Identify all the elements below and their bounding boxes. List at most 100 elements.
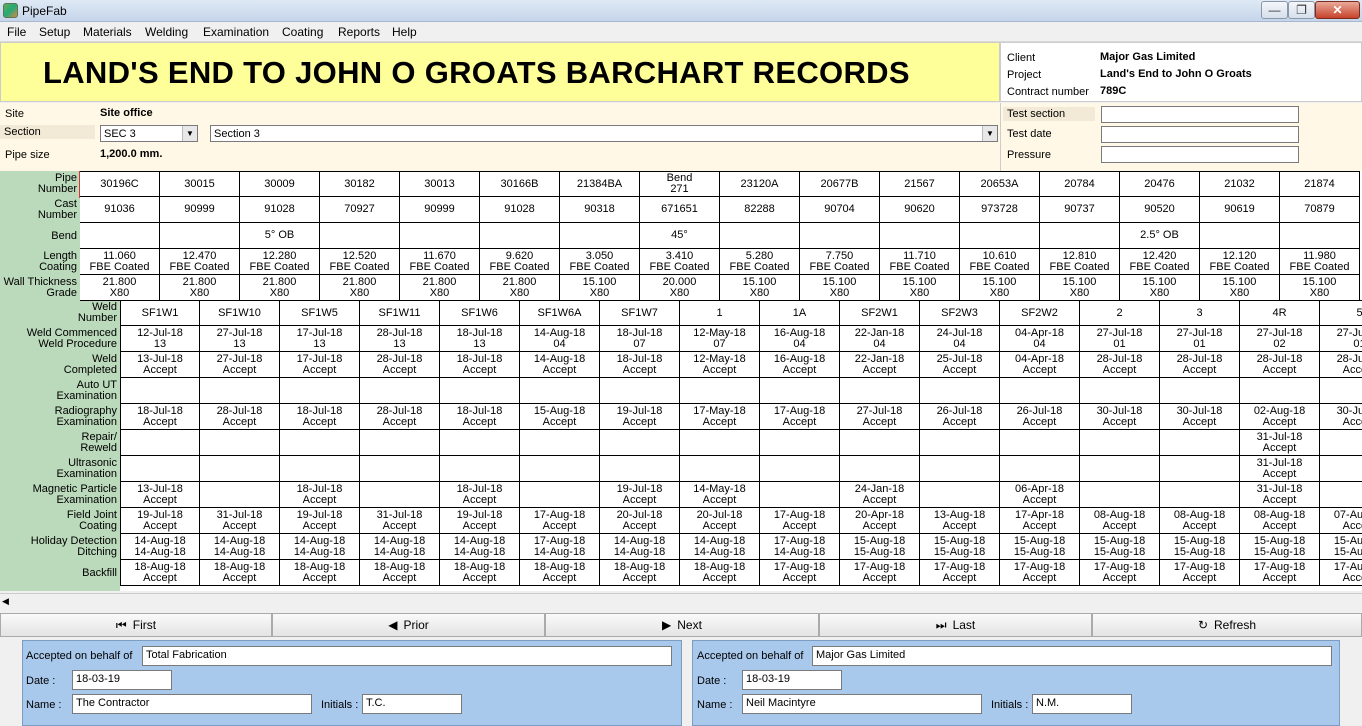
pipe-number-cell[interactable]: 20784 [1040, 171, 1120, 197]
weld-holiday-cell[interactable]: 14-Aug-18 14-Aug-18 [360, 534, 440, 560]
wall-grade-cell[interactable]: 21.800 X80 [480, 275, 560, 301]
weld-autout-cell[interactable] [760, 378, 840, 404]
length-coating-cell[interactable]: 7.750 FBE Coated [800, 249, 880, 275]
bend-cell[interactable] [960, 223, 1040, 249]
weld-mpi-cell[interactable] [1080, 482, 1160, 508]
weld-commenced-cell[interactable]: 14-Aug-18 04 [520, 326, 600, 352]
weld-backfill-cell[interactable]: 17-Aug-18Accept [1000, 560, 1080, 586]
client-behalf-input[interactable]: Major Gas Limited [812, 646, 1332, 666]
weld-ultrasonic-cell[interactable] [440, 456, 520, 482]
weld-repair-cell[interactable] [760, 430, 840, 456]
weld-coating-cell[interactable]: 08-Aug-18 Accept [1080, 508, 1160, 534]
weld-commenced-cell[interactable]: 27-Jul-18 02 [1240, 326, 1320, 352]
weld-mpi-cell[interactable] [1320, 482, 1362, 508]
weld-coating-cell[interactable]: 31-Jul-18 Accept [200, 508, 280, 534]
weld-completed-cell[interactable]: 28-Jul-18Accept [1320, 352, 1362, 378]
weld-radiography-cell[interactable]: 17-May-18 Accept [680, 404, 760, 430]
weld-completed-cell[interactable]: 27-Jul-18 Accept [200, 352, 280, 378]
wall-grade-cell[interactable]: 15.100 X80 [1040, 275, 1120, 301]
weld-number-cell[interactable]: SF2W1 [840, 300, 920, 326]
length-coating-cell[interactable]: 12.520 FBE Coated [320, 249, 400, 275]
weld-ultrasonic-cell[interactable] [1000, 456, 1080, 482]
weld-repair-cell[interactable] [1160, 430, 1240, 456]
weld-autout-cell[interactable] [200, 378, 280, 404]
weld-radiography-cell[interactable]: 15-Aug-18 Accept [520, 404, 600, 430]
last-button[interactable]: ⏭ Last [819, 613, 1092, 637]
horizontal-scrollbar[interactable]: ◀ [0, 593, 1362, 610]
weld-mpi-cell[interactable] [760, 482, 840, 508]
menu-help[interactable]: Help [392, 25, 417, 39]
wall-grade-cell[interactable]: 15.100 X80 [1280, 275, 1360, 301]
client-initials-input[interactable]: N.M. [1032, 694, 1132, 714]
pipe-number-cell[interactable]: 20677B [800, 171, 880, 197]
weld-number-cell[interactable]: 5 [1320, 300, 1362, 326]
weld-number-cell[interactable]: SF1W5 [280, 300, 360, 326]
wall-grade-cell[interactable]: 21.800 X80 [160, 275, 240, 301]
barchart-grid[interactable]: Pipe Number Cast Number Bend Length Coating Wal… [0, 171, 1362, 591]
bend-cell[interactable] [80, 223, 160, 249]
contractor-name-input[interactable]: The Contractor [72, 694, 312, 714]
cast-number-cell[interactable]: 91036 [80, 197, 160, 223]
close-button[interactable]: ✕ [1315, 1, 1360, 19]
pipe-number-cell[interactable]: 30013 [400, 171, 480, 197]
bend-cell[interactable] [160, 223, 240, 249]
pipe-number-cell[interactable]: 30009 [240, 171, 320, 197]
weld-backfill-cell[interactable]: 18-Aug-18 Accept [120, 560, 200, 586]
wall-grade-cell[interactable]: 15.100 X80 [800, 275, 880, 301]
pipe-number-cell[interactable]: 23120A [720, 171, 800, 197]
weld-autout-cell[interactable] [1240, 378, 1320, 404]
weld-radiography-cell[interactable]: 18-Jul-18 Accept [280, 404, 360, 430]
weld-completed-cell[interactable]: 28-Jul-18Accept [1160, 352, 1240, 378]
weld-number-cell[interactable]: 1 [680, 300, 760, 326]
menu-file[interactable]: File [7, 25, 26, 39]
weld-backfill-cell[interactable]: 17-Aug-18Accept [1240, 560, 1320, 586]
pipe-number-cell[interactable]: 30015 [160, 171, 240, 197]
cast-number-cell[interactable]: 973728 [960, 197, 1040, 223]
test-date-input[interactable] [1101, 126, 1299, 143]
weld-coating-cell[interactable]: 17-Apr-18 Accept [1000, 508, 1080, 534]
wall-grade-cell[interactable]: 21.800 X80 [240, 275, 320, 301]
bend-cell[interactable] [1040, 223, 1120, 249]
weld-number-cell[interactable]: SF1W7 [600, 300, 680, 326]
weld-holiday-cell[interactable]: 14-Aug-18 14-Aug-18 [280, 534, 360, 560]
menu-examination[interactable]: Examination [203, 25, 269, 39]
bend-cell[interactable] [480, 223, 560, 249]
chevron-down-icon[interactable]: ▼ [982, 126, 997, 141]
menu-setup[interactable]: Setup [39, 25, 70, 39]
weld-radiography-cell[interactable]: 18-Jul-18 Accept [120, 404, 200, 430]
cast-number-cell[interactable]: 671651 [640, 197, 720, 223]
length-coating-cell[interactable]: 11.670 FBE Coated [400, 249, 480, 275]
pipe-number-cell[interactable]: 21032 [1200, 171, 1280, 197]
weld-number-cell[interactable]: SF1W6A [520, 300, 600, 326]
weld-backfill-cell[interactable]: 18-Aug-18 Accept [440, 560, 520, 586]
weld-coating-cell[interactable]: 19-Jul-18 Accept [280, 508, 360, 534]
weld-ultrasonic-cell[interactable] [760, 456, 840, 482]
scroll-left-icon[interactable]: ◀ [2, 596, 9, 607]
minimize-button[interactable]: — [1261, 1, 1288, 19]
pipe-number-cell[interactable]: 20653A [960, 171, 1040, 197]
bend-cell[interactable] [1200, 223, 1280, 249]
bend-cell[interactable] [800, 223, 880, 249]
weld-number-cell[interactable]: SF1W10 [200, 300, 280, 326]
weld-holiday-cell[interactable]: 17-Aug-18 14-Aug-18 [760, 534, 840, 560]
weld-backfill-cell[interactable]: 18-Aug-18 Accept [680, 560, 760, 586]
cast-number-cell[interactable]: 90619 [1200, 197, 1280, 223]
weld-backfill-cell[interactable]: 18-Aug-18 Accept [360, 560, 440, 586]
weld-number-cell[interactable]: 1A [760, 300, 840, 326]
weld-mpi-cell[interactable] [920, 482, 1000, 508]
weld-coating-cell[interactable]: 20-Jul-18 Accept [600, 508, 680, 534]
wall-grade-cell[interactable]: 15.100 X80 [1120, 275, 1200, 301]
weld-coating-cell[interactable]: 08-Aug-18 Accept [1160, 508, 1240, 534]
weld-radiography-cell[interactable]: 30-Jul-18Accept [1080, 404, 1160, 430]
weld-repair-cell[interactable]: 31-Jul-18 Accept [1240, 430, 1320, 456]
weld-commenced-cell[interactable]: 04-Apr-18 04 [1000, 326, 1080, 352]
weld-completed-cell[interactable]: 22-Jan-18 Accept [840, 352, 920, 378]
cast-number-cell[interactable]: 90520 [1120, 197, 1200, 223]
weld-holiday-cell[interactable]: 15-Aug-1815-Aug-18 [1160, 534, 1240, 560]
weld-completed-cell[interactable]: 13-Jul-18 Accept [120, 352, 200, 378]
weld-holiday-cell[interactable]: 15-Aug-1815-Aug-18 [1000, 534, 1080, 560]
weld-number-cell[interactable]: SF1W6 [440, 300, 520, 326]
cast-number-cell[interactable]: 91028 [480, 197, 560, 223]
cast-number-cell[interactable]: 90999 [400, 197, 480, 223]
weld-backfill-cell[interactable]: 17-Aug-18Accept [1080, 560, 1160, 586]
